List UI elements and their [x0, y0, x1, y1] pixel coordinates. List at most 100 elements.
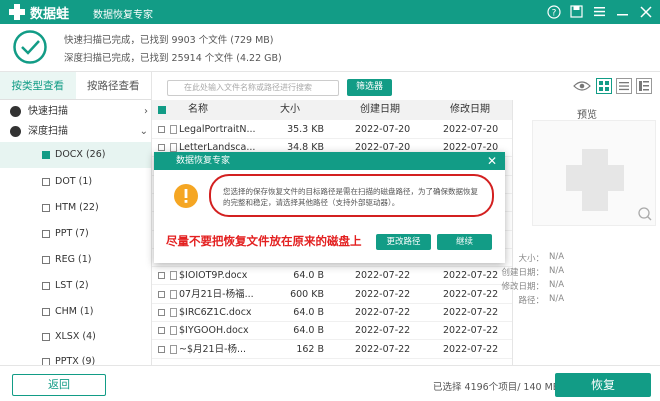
dialog-close-icon[interactable]: ✕	[487, 154, 497, 168]
row-checkbox[interactable]	[158, 309, 165, 316]
quick-scan-result: 快速扫描已完成，已找到 9903 个文件 (729 MB)	[64, 35, 274, 46]
checkbox[interactable]	[42, 178, 50, 186]
type-item-label: LST (2)	[55, 280, 89, 291]
type-item-chm[interactable]: CHM (1)	[0, 299, 151, 325]
type-item-label: CHM (1)	[55, 306, 94, 317]
check-circle-icon	[13, 30, 47, 64]
file-size: 64.0 B	[293, 325, 324, 337]
type-item-htm[interactable]: HTM (22)	[0, 195, 151, 221]
row-checkbox[interactable]	[158, 327, 165, 335]
detail-view-icon[interactable]	[636, 78, 652, 94]
radio-icon[interactable]	[10, 126, 21, 137]
save-icon[interactable]	[568, 3, 585, 20]
file-modified: 2022-07-22	[443, 325, 499, 337]
row-checkbox[interactable]	[158, 345, 165, 353]
file-size: 64.0 B	[293, 270, 324, 282]
tree-item-deep-scan[interactable]: 深度扫描 ⌄	[0, 120, 152, 144]
checkbox[interactable]	[42, 308, 50, 316]
file-icon	[170, 308, 177, 317]
type-item-label: REG (1)	[55, 254, 92, 265]
col-modified[interactable]: 修改日期	[450, 100, 490, 120]
app-logo-icon	[9, 4, 25, 20]
row-checkbox[interactable]	[158, 144, 165, 152]
type-item-label: PPTX (9)	[55, 356, 96, 365]
table-row[interactable]: 07月21日-杨福... 600 KB 2022-07-22 2022-07-22	[152, 286, 512, 304]
type-item-xlsx[interactable]: XLSX (4)	[0, 324, 151, 350]
row-checkbox[interactable]	[158, 126, 165, 133]
file-icon	[170, 271, 177, 281]
table-row[interactable]: $IOIOT9P.docx 64.0 B 2022-07-22 2022-07-22	[152, 267, 512, 286]
eye-icon[interactable]	[572, 78, 592, 94]
title-bar: 数据蛙 数据恢复专家 ?	[0, 0, 660, 24]
bottom-bar: 返回 已选择 4196个项目/ 140 MB 恢复	[0, 365, 660, 401]
change-path-button[interactable]: 更改路径	[376, 234, 431, 250]
table-row[interactable]: $IRC6Z1C.docx 64.0 B 2022-07-22 2022-07-22	[152, 304, 512, 322]
menu-icon[interactable]	[591, 3, 608, 20]
type-item-docx[interactable]: DOCX (26)	[0, 142, 151, 168]
svg-text:?: ?	[551, 8, 556, 18]
file-name: $IOIOT9P.docx	[179, 270, 248, 282]
checkbox[interactable]	[42, 151, 50, 159]
select-all-checkbox[interactable]	[158, 106, 166, 114]
file-size: 64.0 B	[293, 307, 324, 318]
file-name: $IRC6Z1C.docx	[179, 307, 252, 318]
checkbox[interactable]	[42, 358, 50, 365]
type-item-label: HTM (22)	[55, 202, 99, 213]
minimize-icon[interactable]	[614, 3, 631, 20]
file-icon	[170, 326, 177, 336]
file-created: 2022-07-22	[355, 325, 411, 337]
file-name: 07月21日-杨福...	[179, 288, 254, 300]
continue-button[interactable]: 继续	[437, 234, 492, 250]
grid-view-icon[interactable]	[596, 78, 612, 94]
row-checkbox[interactable]	[158, 290, 165, 298]
col-created[interactable]: 创建日期	[360, 100, 400, 120]
meta-value: N/A	[549, 266, 565, 276]
meta-value: N/A	[549, 294, 565, 304]
preview-panel: 预览 大小： N/A 创建日期： N/A 修改日期： N/A 路径： N/A	[501, 100, 660, 365]
col-name[interactable]: 名称	[188, 100, 208, 120]
file-modified: 2022-07-22	[443, 288, 499, 300]
type-item-ppt[interactable]: PPT (7)	[0, 221, 151, 247]
table-row[interactable]: LegalPortraitN... 35.3 KB 2022-07-20 2022-0…	[152, 121, 512, 139]
row-checkbox[interactable]	[158, 272, 165, 280]
checkbox[interactable]	[42, 204, 50, 212]
view-mode-toggles	[572, 78, 652, 94]
table-row[interactable]: $IYGOOH.docx 64.0 B 2022-07-22 2022-07-22	[152, 322, 512, 341]
meta-key: 修改日期：	[501, 282, 544, 292]
selection-info: 已选择 4196个项目/ 140 MB	[433, 382, 560, 393]
type-item-label: PPT (7)	[55, 228, 89, 239]
brand-name: 数据蛙	[30, 7, 70, 22]
close-icon[interactable]	[637, 3, 654, 20]
recover-button[interactable]: 恢复	[555, 373, 651, 397]
radio-icon[interactable]	[10, 106, 21, 117]
view-tabs: 按类型查看 按路径查看	[0, 72, 151, 100]
type-item-reg[interactable]: REG (1)	[0, 247, 151, 273]
table-row[interactable]: ~$月21日-杨... 162 B 2022-07-22 2022-07-22	[152, 341, 512, 359]
checkbox[interactable]	[42, 333, 50, 341]
tab-by-path[interactable]: 按路径查看	[76, 72, 152, 99]
chevron-down-icon[interactable]: ⌄	[140, 120, 148, 144]
checkbox[interactable]	[42, 256, 50, 264]
type-item-pptx[interactable]: PPTX (9)	[0, 349, 151, 365]
deep-scan-result: 深度扫描已完成，已找到 25914 个文件 (4.22 GB)	[64, 53, 282, 64]
col-size[interactable]: 大小	[280, 100, 300, 120]
type-item-dot[interactable]: DOT (1)	[0, 169, 151, 195]
preview-placeholder-icon	[566, 149, 652, 221]
file-icon	[170, 143, 177, 153]
filter-button[interactable]: 筛选器	[347, 79, 392, 96]
file-modified: 2022-07-22	[443, 343, 499, 355]
file-size: 600 KB	[290, 288, 324, 300]
list-view-icon[interactable]	[616, 78, 632, 94]
preview-area	[532, 120, 656, 226]
tab-by-type[interactable]: 按类型查看	[0, 72, 76, 99]
file-icon	[170, 125, 177, 134]
search-input[interactable]: 在此处输入文件名称或路径进行搜索	[167, 80, 339, 96]
file-created: 2022-07-22	[355, 270, 411, 282]
help-icon[interactable]: ?	[545, 3, 562, 20]
type-item-label: XLSX (4)	[55, 331, 96, 342]
checkbox[interactable]	[42, 230, 50, 238]
back-button[interactable]: 返回	[12, 374, 106, 396]
type-item-lst[interactable]: LST (2)	[0, 273, 151, 299]
dialog-message: 您选择的保存恢复文件的目标路径是需在扫描的磁盘路径，为了确保数据恢复的完整和稳定…	[209, 174, 494, 217]
checkbox[interactable]	[42, 282, 50, 290]
